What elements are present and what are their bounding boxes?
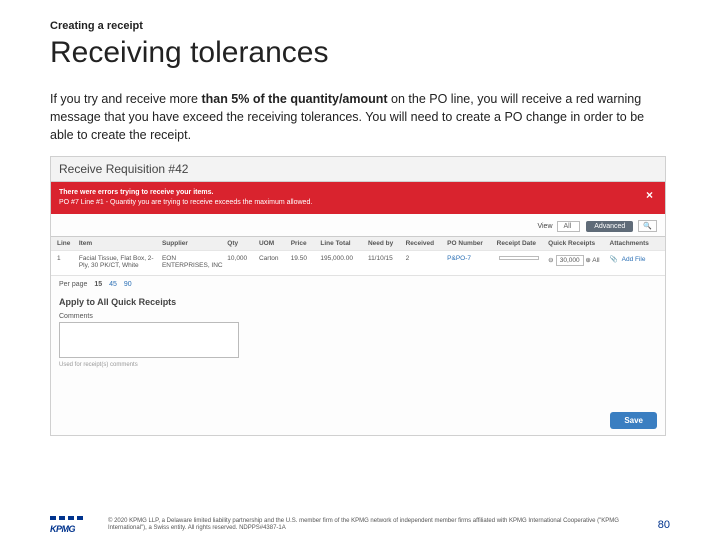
pager-15[interactable]: 15 xyxy=(94,281,102,288)
body-bold: than 5% of the quantity/amount xyxy=(201,92,387,106)
error-detail: PO #7 Line #1 - Quantity you are trying … xyxy=(59,199,312,206)
error-title: There were errors trying to receive your… xyxy=(59,188,312,197)
search-icon[interactable]: 🔍 xyxy=(638,220,657,232)
pager-45[interactable]: 45 xyxy=(109,281,117,288)
save-button[interactable]: Save xyxy=(610,412,657,429)
pager-90[interactable]: 90 xyxy=(124,281,132,288)
error-banner: There were errors trying to receive your… xyxy=(51,182,665,213)
cell-needby: 11/10/15 xyxy=(368,255,402,262)
cell-quick-receipt[interactable]: ⊖30,000 ⊕ All xyxy=(548,255,605,266)
view-label: View xyxy=(537,223,552,230)
col-item: Item xyxy=(79,240,158,247)
logo-text: KPMG xyxy=(50,524,75,534)
table-header: Line Item Supplier Qty UOM Price Line To… xyxy=(51,237,665,250)
pager: Per page 15 45 90 xyxy=(51,276,665,293)
kpmg-logo: KPMG xyxy=(50,516,90,534)
comments-hint: Used for receipt(s) comments xyxy=(51,362,665,372)
cell-price: 19.50 xyxy=(291,255,317,262)
col-price: Price xyxy=(291,240,317,247)
cell-item: Facial Tissue, Flat Box, 2-Ply, 30 PK/CT… xyxy=(79,255,158,269)
qty-input[interactable]: 30,000 xyxy=(556,255,584,266)
col-received: Received xyxy=(406,240,444,247)
cell-uom: Carton xyxy=(259,255,287,262)
page-title: Receiving tolerances xyxy=(50,36,670,70)
comments-textarea[interactable] xyxy=(59,322,239,358)
col-qty: Qty xyxy=(227,240,255,247)
view-dropdown[interactable]: All xyxy=(557,221,580,232)
col-receipt-date: Receipt Date xyxy=(497,240,544,247)
col-po: PO Number xyxy=(447,240,493,247)
footer: KPMG © 2020 KPMG LLP, a Delaware limited… xyxy=(50,516,670,534)
cell-supplier: EON ENTERPRISES, INC xyxy=(162,255,223,269)
cell-receipt-date[interactable] xyxy=(497,255,544,262)
window-title: Receive Requisition #42 xyxy=(51,157,665,182)
col-quick-receipts: Quick Receipts xyxy=(548,240,605,247)
cell-po-link[interactable]: P&PO-7 xyxy=(447,255,493,262)
screenshot-frame: Receive Requisition #42 There were error… xyxy=(50,156,666,436)
date-input[interactable] xyxy=(499,256,539,260)
view-toolbar: View All Advanced 🔍 xyxy=(51,214,665,236)
cell-total: 195,000.00 xyxy=(320,255,364,262)
table-row: 1 Facial Tissue, Flat Box, 2-Ply, 30 PK/… xyxy=(51,250,665,275)
comments-section: Comments xyxy=(51,309,665,362)
col-supplier: Supplier xyxy=(162,240,223,247)
comments-label: Comments xyxy=(59,313,93,320)
apply-all-heading: Apply to All Quick Receipts xyxy=(51,293,665,309)
disclaimer: © 2020 KPMG LLP, a Delaware limited liab… xyxy=(108,518,640,533)
cell-line: 1 xyxy=(57,255,75,262)
cell-qty: 10,000 xyxy=(227,255,255,262)
col-total: Line Total xyxy=(320,240,364,247)
eyebrow: Creating a receipt xyxy=(50,20,670,32)
col-needby: Need by xyxy=(368,240,402,247)
cell-attachments[interactable]: 📎Add File xyxy=(610,255,659,263)
line-table: Line Item Supplier Qty UOM Price Line To… xyxy=(51,236,665,276)
advanced-button[interactable]: Advanced xyxy=(586,221,633,232)
body-paragraph: If you try and receive more than 5% of t… xyxy=(50,90,670,144)
pager-label: Per page xyxy=(59,281,87,288)
add-file-link[interactable]: Add File xyxy=(622,256,646,263)
col-attachments: Attachments xyxy=(610,240,659,247)
cell-received: 2 xyxy=(406,255,444,262)
col-line: Line xyxy=(57,240,75,247)
close-icon[interactable]: × xyxy=(646,188,657,204)
body-pre: If you try and receive more xyxy=(50,92,201,106)
col-uom: UOM xyxy=(259,240,287,247)
page-number: 80 xyxy=(658,519,670,531)
